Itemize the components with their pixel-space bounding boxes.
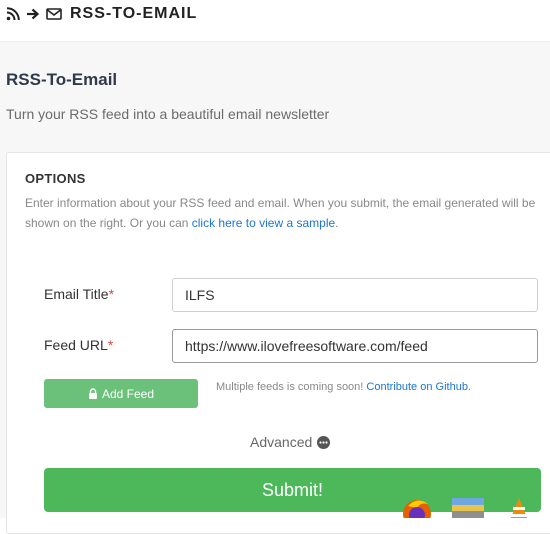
add-feed-button[interactable]: Add Feed: [44, 379, 198, 408]
view-sample-link[interactable]: click here to view a sample: [192, 216, 335, 230]
envelope-icon: [46, 7, 62, 21]
page-title: RSS-To-Email: [6, 70, 118, 89]
advanced-toggle[interactable]: Advanced: [250, 434, 331, 450]
firefox-icon[interactable]: [398, 496, 436, 518]
taskbar-dock: [396, 494, 550, 518]
feed-url-label-text: Feed URL: [44, 337, 108, 353]
feeds-note-end: .: [467, 381, 471, 393]
page-subtitle: Turn your RSS feed into a beautiful emai…: [6, 106, 330, 122]
top-bar: RSS-TO-EMAIL: [0, 0, 550, 42]
add-feed-label: Add Feed: [101, 386, 155, 401]
feed-url-label: Feed URL*: [44, 337, 113, 353]
feed-url-input[interactable]: [172, 329, 538, 363]
options-description: Enter information about your RSS feed an…: [25, 193, 545, 233]
feeds-note-text: Multiple feeds is coming soon!: [216, 381, 367, 393]
required-mark: *: [108, 286, 115, 302]
arrow-right-icon: [26, 7, 40, 21]
options-title: OPTIONS: [25, 171, 86, 186]
brand-title: RSS-TO-EMAIL: [70, 5, 198, 22]
rss-icon: [6, 7, 20, 21]
email-title-label-text: Email Title: [44, 286, 109, 302]
vlc-icon[interactable]: [506, 498, 532, 518]
contribute-github-link[interactable]: Contribute on Github: [366, 381, 468, 393]
feeds-note: Multiple feeds is coming soon! Contribut…: [216, 381, 471, 393]
files-icon[interactable]: [450, 498, 486, 518]
options-description-end: .: [335, 216, 339, 230]
options-card: OPTIONS Enter information about your RSS…: [6, 152, 550, 534]
submit-label: Submit!: [261, 479, 324, 500]
more-options-icon: [317, 435, 331, 449]
lock-icon: [88, 388, 98, 399]
email-title-label: Email Title*: [44, 286, 114, 302]
required-mark: *: [107, 337, 114, 353]
advanced-label: Advanced: [250, 434, 313, 450]
brand[interactable]: RSS-TO-EMAIL: [6, 5, 197, 23]
email-title-input[interactable]: [172, 278, 538, 312]
main-content: RSS-To-Email Turn your RSS feed into a b…: [0, 42, 550, 534]
